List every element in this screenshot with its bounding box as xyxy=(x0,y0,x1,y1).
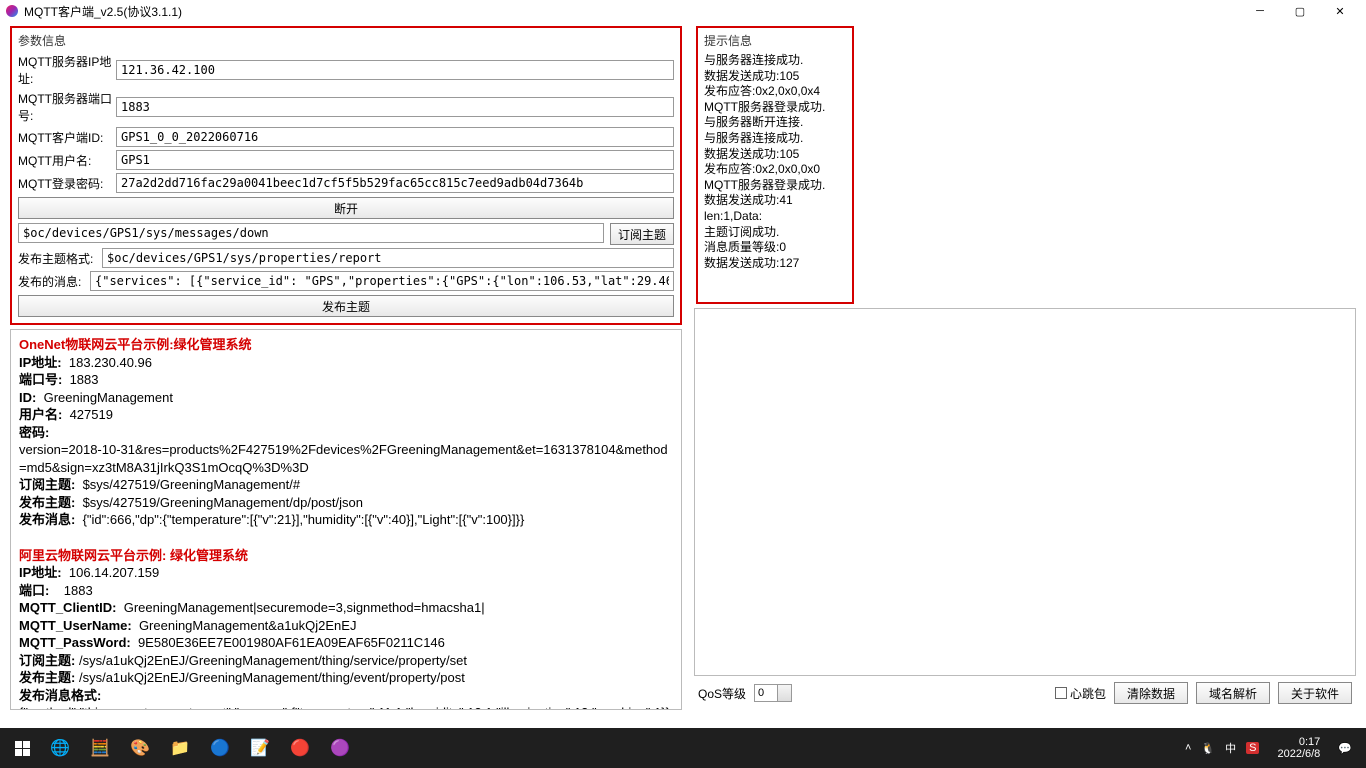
hint-line: 数据发送成功:127 xyxy=(704,256,846,272)
taskbar-edge-icon[interactable]: 🌐 xyxy=(40,728,80,768)
taskbar-notepad-icon[interactable]: 📝 xyxy=(240,728,280,768)
examples-panel: OneNet物联网云平台示例:绿化管理系统 IP地址: 183.230.40.9… xyxy=(10,329,682,710)
hint-line: 与服务器断开连接. xyxy=(704,115,846,131)
taskbar-explorer-icon[interactable]: 📁 xyxy=(160,728,200,768)
taskbar-chrome-icon[interactable]: 🔵 xyxy=(200,728,240,768)
client-id-input[interactable] xyxy=(116,127,674,147)
hint-line: 发布应答:0x2,0x0,0x0 xyxy=(704,162,846,178)
username-label: MQTT用户名: xyxy=(18,152,116,169)
maximize-button[interactable]: ▢ xyxy=(1280,0,1320,22)
system-tray[interactable]: ˄ 🐧 中 S 0:17 2022/6/8 💬 xyxy=(1175,736,1362,760)
aliyun-header: 阿里云物联网云平台示例: 绿化管理系统 xyxy=(19,547,673,565)
close-button[interactable]: ✕ xyxy=(1320,0,1360,22)
taskbar-app2-icon[interactable]: 🟣 xyxy=(320,728,360,768)
taskbar-calc-icon[interactable]: 🧮 xyxy=(80,728,120,768)
publish-msg-label: 发布的消息: xyxy=(18,273,90,290)
qos-spinner[interactable]: 0 xyxy=(754,684,792,702)
password-label: MQTT登录密码: xyxy=(18,175,116,192)
taskbar-paint-icon[interactable]: 🎨 xyxy=(120,728,160,768)
app-icon xyxy=(6,5,18,17)
about-button[interactable]: 关于软件 xyxy=(1278,682,1352,704)
tray-chevron-icon[interactable]: ˄ xyxy=(1185,742,1191,754)
subscribe-topic-input[interactable] xyxy=(18,223,604,243)
hint-line: len:1,Data: xyxy=(704,209,846,225)
username-input[interactable] xyxy=(116,150,674,170)
clear-button[interactable]: 清除数据 xyxy=(1114,682,1188,704)
publish-topic-input[interactable] xyxy=(102,248,674,268)
hint-line: 与服务器连接成功. xyxy=(704,131,846,147)
dns-button[interactable]: 域名解析 xyxy=(1196,682,1270,704)
message-output xyxy=(694,308,1356,676)
params-title: 参数信息 xyxy=(18,32,674,49)
disconnect-button[interactable]: 断开 xyxy=(18,197,674,219)
ip-input[interactable] xyxy=(116,60,674,80)
tray-clock[interactable]: 0:17 2022/6/8 xyxy=(1269,736,1328,760)
tray-lang[interactable]: 中 xyxy=(1225,740,1236,756)
tray-notifications-icon[interactable]: 💬 xyxy=(1338,742,1352,755)
minimize-button[interactable]: ─ xyxy=(1240,0,1280,22)
start-button[interactable] xyxy=(4,728,40,768)
heartbeat-checkbox[interactable]: 心跳包 xyxy=(1055,685,1106,702)
onenet-header: OneNet物联网云平台示例:绿化管理系统 xyxy=(19,336,673,354)
params-panel: 参数信息 MQTT服务器IP地址: MQTT服务器端口号: MQTT客户端ID:… xyxy=(10,26,682,325)
taskbar[interactable]: 🌐 🧮 🎨 📁 🔵 📝 🔴 🟣 ˄ 🐧 中 S 0:17 2022/6/8 💬 xyxy=(0,728,1366,768)
hint-line: 主题订阅成功. xyxy=(704,225,846,241)
hint-line: MQTT服务器登录成功. xyxy=(704,178,846,194)
ip-label: MQTT服务器IP地址: xyxy=(18,53,116,87)
hint-line: 数据发送成功:41 xyxy=(704,193,846,209)
hints-panel: 提示信息 与服务器连接成功.数据发送成功:105发布应答:0x2,0x0,0x4… xyxy=(696,26,854,304)
subscribe-button[interactable]: 订阅主题 xyxy=(610,223,674,245)
port-input[interactable] xyxy=(116,97,674,117)
window-titlebar: MQTT客户端_v2.5(协议3.1.1) ─ ▢ ✕ xyxy=(0,0,1366,22)
publish-button[interactable]: 发布主题 xyxy=(18,295,674,317)
hints-list: 与服务器连接成功.数据发送成功:105发布应答:0x2,0x0,0x4MQTT服… xyxy=(704,53,846,271)
hint-line: 数据发送成功:105 xyxy=(704,147,846,163)
client-id-label: MQTT客户端ID: xyxy=(18,129,116,146)
hint-line: 发布应答:0x2,0x0,0x4 xyxy=(704,84,846,100)
tray-ime[interactable]: S xyxy=(1246,742,1259,754)
hint-line: 消息质量等级:0 xyxy=(704,240,846,256)
tray-qq-icon[interactable]: 🐧 xyxy=(1201,742,1215,755)
port-label: MQTT服务器端口号: xyxy=(18,90,116,124)
hint-line: MQTT服务器登录成功. xyxy=(704,100,846,116)
hint-line: 数据发送成功:105 xyxy=(704,69,846,85)
window-title: MQTT客户端_v2.5(协议3.1.1) xyxy=(24,3,182,20)
password-input[interactable] xyxy=(116,173,674,193)
qos-label: QoS等级 xyxy=(698,685,746,702)
taskbar-app-icon[interactable]: 🔴 xyxy=(280,728,320,768)
hint-line: 与服务器连接成功. xyxy=(704,53,846,69)
hints-title: 提示信息 xyxy=(704,32,846,49)
footer-controls: QoS等级 0 心跳包 清除数据 域名解析 关于软件 xyxy=(694,676,1356,710)
publish-msg-input[interactable] xyxy=(90,271,674,291)
publish-topic-label: 发布主题格式: xyxy=(18,250,102,267)
